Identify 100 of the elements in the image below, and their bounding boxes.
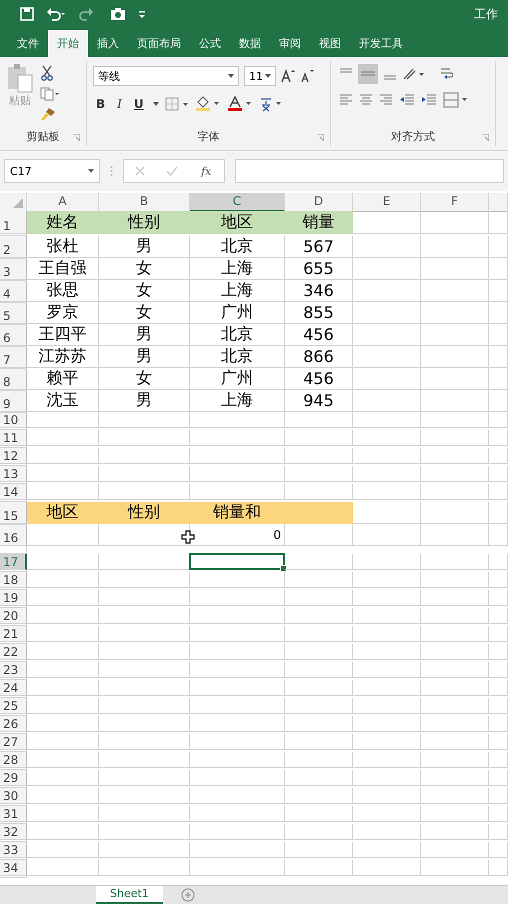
ribbon-tab[interactable]: 开发工具 bbox=[350, 30, 412, 57]
italic-button[interactable]: I bbox=[114, 97, 125, 111]
row-header[interactable]: 8 bbox=[0, 368, 27, 390]
table-cell bbox=[421, 662, 489, 678]
row-header[interactable]: 34 bbox=[0, 860, 27, 876]
formula-field[interactable] bbox=[235, 159, 504, 183]
row-header[interactable]: 25 bbox=[0, 698, 27, 714]
row-header[interactable]: 32 bbox=[0, 824, 27, 840]
decrease-indent-icon[interactable] bbox=[399, 94, 415, 106]
ribbon-tab[interactable]: 页面布局 bbox=[128, 30, 190, 57]
row-header[interactable]: 30 bbox=[0, 788, 27, 804]
borders-icon[interactable] bbox=[164, 97, 189, 111]
table-cell bbox=[27, 770, 99, 786]
add-sheet-icon[interactable] bbox=[180, 888, 195, 902]
ribbon-tab[interactable]: 文件 bbox=[8, 30, 48, 57]
row-header[interactable]: 17 bbox=[0, 554, 27, 570]
wrap-text-icon[interactable] bbox=[439, 66, 453, 82]
row-header[interactable]: 28 bbox=[0, 752, 27, 768]
table-cell bbox=[353, 346, 421, 368]
table-cell bbox=[489, 626, 508, 642]
column-header[interactable]: C bbox=[190, 193, 285, 212]
launcher-icon[interactable] bbox=[482, 134, 489, 141]
row-header[interactable]: 2 bbox=[0, 236, 27, 258]
row-header[interactable]: 14 bbox=[0, 484, 27, 500]
row-header[interactable]: 20 bbox=[0, 608, 27, 624]
table-cell bbox=[489, 572, 508, 588]
row-header[interactable]: 12 bbox=[0, 448, 27, 464]
row-header[interactable]: 13 bbox=[0, 466, 27, 482]
column-header[interactable]: E bbox=[353, 193, 421, 212]
name-box[interactable]: C17 bbox=[4, 159, 100, 183]
row-header[interactable]: 6 bbox=[0, 324, 27, 346]
column-header[interactable]: F bbox=[421, 193, 489, 212]
row-header[interactable]: 27 bbox=[0, 734, 27, 750]
ribbon-tab[interactable]: 公式 bbox=[190, 30, 230, 57]
table-cell bbox=[489, 734, 508, 750]
copy-icon[interactable] bbox=[40, 87, 60, 101]
save-icon[interactable] bbox=[20, 7, 34, 21]
row-header[interactable]: 31 bbox=[0, 806, 27, 822]
row-header[interactable]: 16 bbox=[0, 524, 27, 546]
table-cell bbox=[285, 448, 353, 464]
caret-icon[interactable] bbox=[265, 74, 271, 78]
row-header[interactable]: 29 bbox=[0, 770, 27, 786]
shrink-font-icon[interactable] bbox=[300, 69, 314, 83]
table-cell bbox=[421, 236, 489, 258]
row-header[interactable]: 10 bbox=[0, 412, 27, 428]
scissors-icon[interactable] bbox=[40, 65, 54, 81]
table-cell: 上海 bbox=[190, 390, 285, 412]
increase-indent-icon[interactable] bbox=[421, 94, 437, 106]
caret-icon[interactable] bbox=[228, 74, 234, 78]
table-cell bbox=[353, 626, 421, 642]
ribbon-tab[interactable]: 数据 bbox=[230, 30, 270, 57]
row-header[interactable]: 26 bbox=[0, 716, 27, 732]
fill-color-icon[interactable] bbox=[194, 96, 221, 112]
row-header[interactable]: 1 bbox=[0, 211, 27, 234]
grow-font-icon[interactable] bbox=[281, 69, 295, 83]
table-cell bbox=[489, 390, 508, 412]
launcher-icon[interactable] bbox=[317, 134, 324, 141]
table-cell bbox=[421, 448, 489, 464]
sheet-tab[interactable]: Sheet1 bbox=[96, 886, 163, 904]
ribbon-tab[interactable]: 插入 bbox=[88, 30, 128, 57]
table-cell: 性别 bbox=[99, 502, 190, 524]
ribbon-tab[interactable]: 开始 bbox=[48, 30, 88, 57]
caret-icon[interactable] bbox=[88, 169, 94, 173]
row-header[interactable]: 3 bbox=[0, 258, 27, 280]
row-header[interactable]: 23 bbox=[0, 662, 27, 678]
underline-button[interactable]: U bbox=[130, 97, 147, 111]
merge-icon[interactable] bbox=[443, 92, 469, 108]
table-cell bbox=[285, 770, 353, 786]
row-header[interactable]: 21 bbox=[0, 626, 27, 642]
orientation-icon[interactable] bbox=[402, 67, 426, 81]
ribbon-tab[interactable]: 审阅 bbox=[270, 30, 310, 57]
font-size-field[interactable]: 11 bbox=[244, 66, 276, 86]
row-header[interactable]: 19 bbox=[0, 590, 27, 606]
align-left-icon[interactable] bbox=[339, 94, 353, 106]
row-header[interactable]: 5 bbox=[0, 302, 27, 324]
row-header[interactable]: 15 bbox=[0, 502, 27, 524]
row-header[interactable]: 9 bbox=[0, 390, 27, 412]
row-header[interactable]: 11 bbox=[0, 430, 27, 446]
phonetic-icon[interactable] bbox=[258, 96, 283, 112]
launcher-icon[interactable] bbox=[73, 134, 80, 141]
camera-icon[interactable] bbox=[110, 7, 126, 21]
align-right-icon[interactable] bbox=[379, 94, 393, 106]
row-header[interactable]: 22 bbox=[0, 644, 27, 660]
insert-function-button[interactable]: fx bbox=[199, 164, 214, 178]
row-header[interactable]: 33 bbox=[0, 842, 27, 858]
row-header[interactable]: 24 bbox=[0, 680, 27, 696]
brush-icon[interactable] bbox=[40, 107, 56, 121]
ribbon-tab[interactable]: 视图 bbox=[310, 30, 350, 57]
caret-icon[interactable] bbox=[152, 102, 159, 106]
row-header[interactable]: 4 bbox=[0, 280, 27, 302]
row-header[interactable]: 18 bbox=[0, 572, 27, 588]
bold-button[interactable]: B bbox=[93, 97, 108, 111]
undo-icon[interactable] bbox=[46, 7, 66, 21]
table-cell bbox=[285, 484, 353, 500]
font-color-icon[interactable] bbox=[226, 96, 253, 112]
align-center-icon[interactable] bbox=[359, 94, 373, 106]
font-name-field[interactable]: 等线 bbox=[93, 66, 239, 86]
table-cell bbox=[489, 211, 508, 234]
middle-align-icon[interactable] bbox=[358, 64, 378, 84]
row-header[interactable]: 7 bbox=[0, 346, 27, 368]
